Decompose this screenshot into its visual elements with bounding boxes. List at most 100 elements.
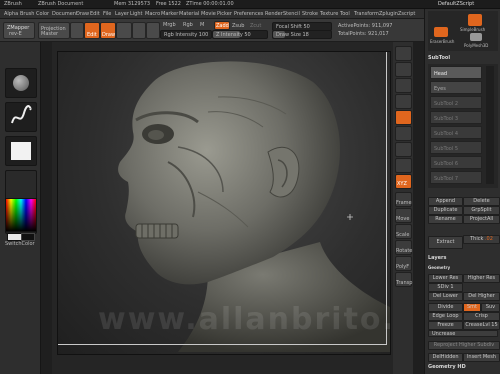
persp-button[interactable] xyxy=(395,142,412,157)
subtool-item[interactable]: SubTool 2 xyxy=(430,96,482,109)
color-picker[interactable] xyxy=(5,198,37,232)
higher-res-button[interactable]: Higher Res xyxy=(463,274,500,283)
menu-tool[interactable]: Tool xyxy=(340,11,350,17)
sdiv-slider[interactable]: SDiv 1 xyxy=(428,283,463,292)
freeze-button[interactable]: Freeze xyxy=(428,321,463,330)
menu-document[interactable]: Document xyxy=(52,11,78,17)
layers-header[interactable]: Layers xyxy=(428,255,447,261)
right-tray[interactable] xyxy=(413,42,424,374)
stroke-button[interactable] xyxy=(5,102,37,132)
menu-stroke[interactable]: Stroke xyxy=(302,11,318,17)
menu-zscript[interactable]: Zscript xyxy=(398,11,415,17)
geometry-header[interactable]: Geometry xyxy=(428,265,450,270)
menu-movie[interactable]: Movie xyxy=(201,11,216,17)
menu-preferences[interactable]: Preferences xyxy=(234,11,263,17)
edit-button[interactable]: Edit xyxy=(84,22,100,39)
rgb-intensity-slider[interactable]: Rgb Intensity 100 xyxy=(160,30,212,39)
document-canvas[interactable]: www.allanbrito.com xyxy=(57,51,391,355)
polyf-button[interactable]: PolyF xyxy=(395,256,412,271)
menu-file[interactable]: File xyxy=(103,11,111,17)
insert-mesh-button[interactable]: Insert Mesh xyxy=(463,353,500,362)
local-button[interactable]: XYZ xyxy=(395,174,412,189)
aahalf-button[interactable] xyxy=(395,126,412,141)
delhidden-button[interactable]: DelHidden xyxy=(428,353,463,362)
menu-brush[interactable]: Brush xyxy=(20,11,34,17)
simplebrush-tool-icon[interactable] xyxy=(468,14,482,26)
menu-texture[interactable]: Texture xyxy=(320,11,338,17)
bpr-button[interactable] xyxy=(395,46,412,61)
grpsplit-button[interactable]: GrpSplit xyxy=(463,206,500,215)
draw-size-slider[interactable]: Draw Size 18 xyxy=(272,30,332,39)
edge-loop-button[interactable]: Edge Loop xyxy=(428,312,463,321)
lower-res-button[interactable]: Lower Res xyxy=(428,274,463,283)
subtool-item[interactable]: SubTool 3 xyxy=(430,111,482,124)
crease-level-slider[interactable]: CreaseLvl 15 xyxy=(463,321,500,330)
menu-marker[interactable]: Marker xyxy=(161,11,178,17)
lightbox-button[interactable] xyxy=(70,22,84,39)
default-zscript-button[interactable]: DefaultZScript xyxy=(438,1,474,7)
menu-edit[interactable]: Edit xyxy=(90,11,100,17)
alpha-button[interactable] xyxy=(5,136,37,166)
zadd-button[interactable]: Zadd xyxy=(214,21,230,30)
eraserbrush-tool-icon[interactable] xyxy=(434,27,448,37)
scale-button[interactable] xyxy=(132,22,146,39)
move-button[interactable] xyxy=(116,22,132,39)
subtool-item[interactable]: SubTool 7 xyxy=(430,171,482,184)
rotate-button[interactable] xyxy=(146,22,160,39)
geometry-hd-header[interactable]: Geometry HD xyxy=(428,364,466,370)
shelf-scale-button[interactable]: Scale xyxy=(395,224,412,239)
subtool-item-active[interactable]: Head xyxy=(430,66,482,79)
m-toggle[interactable]: M xyxy=(200,22,204,28)
rgb-toggle[interactable]: Rgb xyxy=(183,22,193,28)
smt-toggle[interactable]: Smt xyxy=(463,303,481,312)
menu-color[interactable]: Color xyxy=(36,11,49,17)
frame-button[interactable]: Frame xyxy=(395,192,412,207)
subtool-item[interactable]: Eyes xyxy=(430,81,482,94)
subtool-item[interactable]: SubTool 4 xyxy=(430,126,482,139)
scroll-button[interactable] xyxy=(395,78,412,93)
z-intensity-slider[interactable]: Z Intensity 50 xyxy=(212,30,268,39)
shelf-move-button[interactable]: Move xyxy=(395,208,412,223)
subtool-item[interactable]: SubTool 6 xyxy=(430,156,482,169)
menu-transform[interactable]: Transform xyxy=(354,11,379,17)
suv-toggle[interactable]: Suv xyxy=(481,303,500,312)
transp-button[interactable]: Transp xyxy=(395,272,412,287)
menu-alpha[interactable]: Alpha xyxy=(4,11,18,17)
actual-button[interactable] xyxy=(395,110,412,125)
draw-button[interactable]: Draw xyxy=(100,22,116,39)
del-higher-button[interactable]: Del Higher xyxy=(463,292,500,301)
menu-layer[interactable]: Layer xyxy=(115,11,129,17)
append-button[interactable]: Append xyxy=(428,197,463,206)
zoom-button[interactable] xyxy=(395,94,412,109)
extract-button[interactable]: Extract xyxy=(428,236,463,249)
rename-button[interactable]: Rename xyxy=(428,215,463,224)
menu-macro[interactable]: Macro xyxy=(145,11,160,17)
switch-color-button[interactable]: SwitchColor xyxy=(5,241,35,247)
thick-slider[interactable]: Thick .02 xyxy=(463,235,500,244)
menu-picker[interactable]: Picker xyxy=(217,11,232,17)
spix-button[interactable] xyxy=(395,62,412,77)
shelf-rotate-button[interactable]: Rotate xyxy=(395,240,412,255)
menu-draw[interactable]: Draw xyxy=(76,11,89,17)
menu-render[interactable]: Render xyxy=(265,11,283,17)
divide-button[interactable]: Divide xyxy=(428,303,463,312)
zcut-button[interactable]: Zcut xyxy=(250,23,261,29)
uncrease-button[interactable]: Uncrease xyxy=(428,330,498,337)
mrgb-toggle[interactable]: Mrgb xyxy=(163,22,176,28)
brush-button[interactable] xyxy=(5,68,37,98)
polymesh-tool-icon[interactable] xyxy=(470,33,482,41)
crisp-button[interactable]: Crisp xyxy=(463,312,500,321)
subtool-scrollbar[interactable] xyxy=(486,66,494,184)
menu-light[interactable]: Light xyxy=(130,11,142,17)
texture-button[interactable] xyxy=(5,170,37,200)
floor-button[interactable] xyxy=(395,158,412,173)
menu-material[interactable]: Material xyxy=(179,11,199,17)
delete-button[interactable]: Delete xyxy=(463,197,500,206)
subtool-header[interactable]: SubTool xyxy=(428,55,450,61)
zmapper-button[interactable]: ZMapper rev-E xyxy=(3,22,35,39)
zsub-button[interactable]: Zsub xyxy=(232,23,244,29)
duplicate-button[interactable]: Duplicate xyxy=(428,206,463,215)
secondary-color-swatch[interactable] xyxy=(21,233,35,241)
projection-master-button[interactable]: Projection Master xyxy=(38,22,70,39)
reproject-higher-subdiv-button[interactable]: Reproject Higher Subdiv xyxy=(428,341,500,350)
